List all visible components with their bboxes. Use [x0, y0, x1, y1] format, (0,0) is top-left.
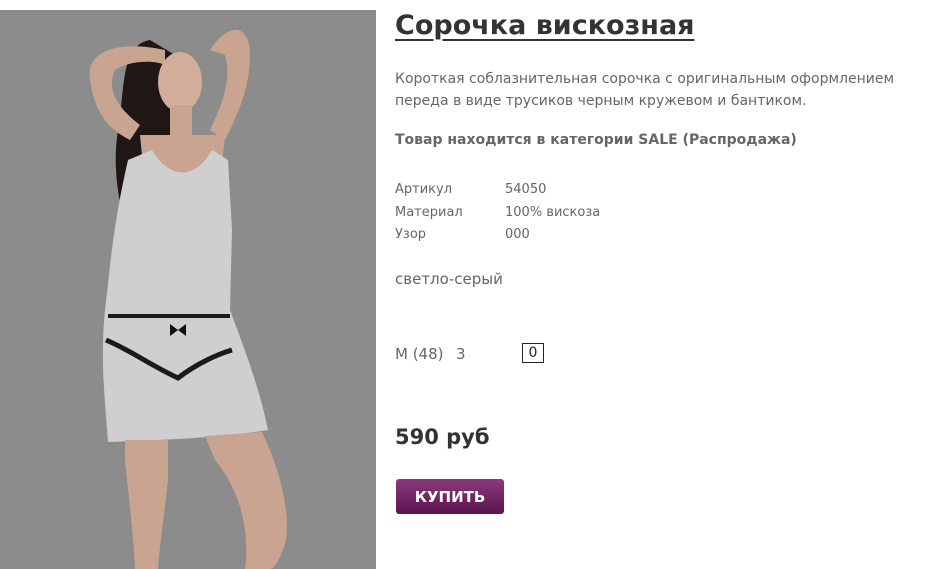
color-name: светло-серый — [395, 270, 503, 288]
specs-table: Артикул 54050 Материал 100% вискоза Узор… — [395, 179, 695, 247]
product-description: Короткая соблазнительная сорочка с ориги… — [395, 71, 895, 109]
product-photo — [0, 10, 376, 569]
spec-value: 100% вискоза — [505, 204, 601, 220]
size-label: M (48) — [395, 345, 444, 363]
spec-label: Материал — [395, 204, 463, 220]
spec-row-article: Артикул 54050 — [395, 179, 695, 202]
quantity-input[interactable] — [522, 343, 544, 363]
size-stock-count: 3 — [456, 345, 466, 363]
spec-value: 54050 — [505, 182, 547, 197]
spec-label: Артикул — [395, 182, 453, 197]
spec-label: Узор — [395, 227, 427, 242]
spec-value: 000 — [505, 227, 530, 242]
product-title: Сорочка вискозная — [395, 10, 695, 41]
buy-button[interactable]: КУПИТЬ — [396, 479, 504, 514]
price: 590 руб — [395, 425, 490, 449]
category-note: Товар находится в категории SALE (Распро… — [395, 132, 797, 148]
spec-row-pattern: Узор 000 — [395, 224, 695, 247]
spec-row-material: Материал 100% вискоза — [395, 202, 695, 225]
size-row: M (48) 3 — [395, 343, 695, 365]
model-photo — [0, 10, 376, 569]
